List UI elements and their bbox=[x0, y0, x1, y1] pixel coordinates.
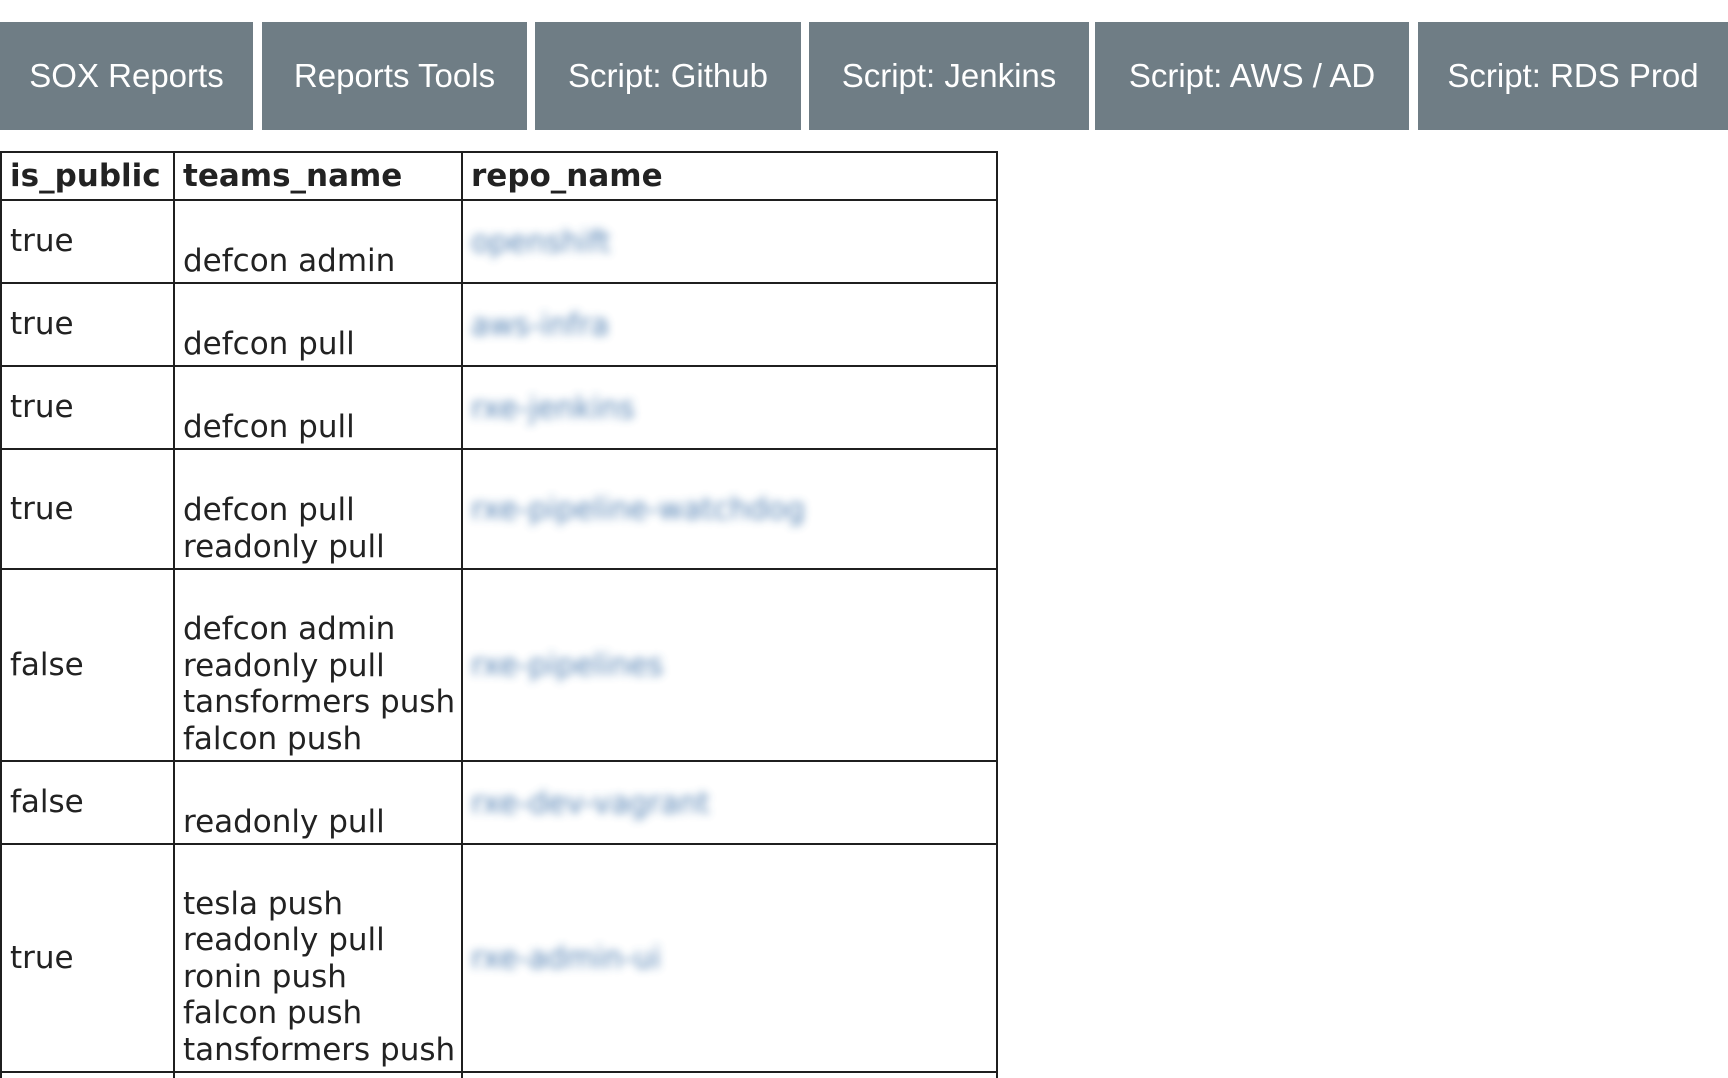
team-name: defcon pull bbox=[183, 325, 355, 362]
teams-name-cell: defcon admin readonly pull tansformers p… bbox=[173, 568, 463, 762]
repo-link[interactable]: rxe-admin-ui bbox=[471, 941, 661, 976]
team-name: defcon pull bbox=[183, 492, 355, 528]
team-name: tansformers push bbox=[183, 1031, 456, 1068]
repo-name-cell: rxe-pipeline-watchdog bbox=[461, 448, 998, 570]
repo-link[interactable]: rxe-pipeline-watchdog bbox=[471, 492, 805, 527]
nav-sox-reports-button[interactable]: SOX Reports bbox=[0, 22, 253, 130]
is-public-cell: true bbox=[0, 365, 175, 450]
nav-script-aws-ad-button[interactable]: Script: AWS / AD bbox=[1095, 22, 1409, 130]
teams-name-cell bbox=[173, 1071, 463, 1078]
teams-name-cell: tesla push readonly pull ronin push falc… bbox=[173, 843, 463, 1073]
nav-reports-tools-button[interactable]: Reports Tools bbox=[262, 22, 527, 130]
table-row: true defcon pull readonly pull rxe-pipel… bbox=[0, 448, 998, 570]
repo-link[interactable]: aws-infra bbox=[471, 308, 609, 343]
team-name: readonly pull bbox=[183, 647, 385, 684]
repo-link[interactable]: openshift bbox=[471, 225, 611, 260]
table-row: false defcon admin readonly pull tansfor… bbox=[0, 568, 998, 762]
is-public-cell: false bbox=[0, 760, 175, 845]
is-public-cell: true bbox=[0, 448, 175, 570]
team-name: defcon admin bbox=[183, 611, 396, 647]
repo-name-cell: rxe-pipelines bbox=[461, 568, 998, 762]
is-public-cell bbox=[0, 1071, 175, 1078]
team-name: tesla push bbox=[183, 885, 343, 922]
table-row: true defcon pull rxe-jenkins bbox=[0, 365, 998, 450]
nav-script-jenkins-button[interactable]: Script: Jenkins bbox=[809, 22, 1089, 130]
team-name: falcon push bbox=[183, 995, 363, 1031]
is-public-cell: true bbox=[0, 199, 175, 284]
column-header-repo-name: repo_name bbox=[461, 151, 998, 201]
table-row: true defcon admin openshift bbox=[0, 199, 998, 284]
team-name: ronin push bbox=[183, 958, 347, 995]
nav-script-rds-prod-button[interactable]: Script: RDS Prod bbox=[1418, 22, 1728, 130]
repo-link[interactable]: rxe-pipelines bbox=[471, 648, 663, 683]
repo-link[interactable]: rxe-dev-vagrant bbox=[471, 786, 710, 821]
repo-name-cell: rxe-jenkins bbox=[461, 365, 998, 450]
repo-link[interactable]: rxe-jenkins bbox=[471, 391, 635, 426]
teams-name-cell: defcon pull bbox=[173, 282, 463, 367]
repo-name-cell: rxe-dev-vagrant bbox=[461, 760, 998, 845]
table-row: true tesla push readonly pull ronin push… bbox=[0, 843, 998, 1073]
team-name: falcon push bbox=[183, 720, 363, 757]
repo-teams-table: is_public teams_name repo_name true defc… bbox=[0, 151, 998, 1078]
teams-name-cell: defcon admin bbox=[173, 199, 463, 284]
repo-name-cell bbox=[461, 1071, 998, 1078]
column-header-is-public: is_public bbox=[0, 151, 175, 201]
nav-script-github-button[interactable]: Script: Github bbox=[535, 22, 801, 130]
repo-name-cell: openshift bbox=[461, 199, 998, 284]
table-header-row: is_public teams_name repo_name bbox=[0, 151, 998, 201]
table-row: true defcon pull aws-infra bbox=[0, 282, 998, 367]
is-public-cell: true bbox=[0, 282, 175, 367]
team-name: defcon admin bbox=[183, 242, 396, 279]
teams-name-cell: defcon pull readonly pull bbox=[173, 448, 463, 570]
column-header-teams-name: teams_name bbox=[173, 151, 463, 201]
teams-name-cell: defcon pull bbox=[173, 365, 463, 450]
team-name: defcon pull bbox=[183, 408, 355, 445]
top-nav: SOX Reports Reports Tools Script: Github… bbox=[0, 22, 1728, 130]
is-public-cell: false bbox=[0, 568, 175, 762]
teams-name-cell: readonly pull bbox=[173, 760, 463, 845]
team-name: tansformers push bbox=[183, 684, 456, 720]
is-public-cell: true bbox=[0, 843, 175, 1073]
table-row bbox=[0, 1071, 998, 1078]
table-row: false readonly pull rxe-dev-vagrant bbox=[0, 760, 998, 845]
repo-name-cell: aws-infra bbox=[461, 282, 998, 367]
team-name: readonly pull bbox=[183, 528, 385, 565]
repo-name-cell: rxe-admin-ui bbox=[461, 843, 998, 1073]
team-name: readonly pull bbox=[183, 922, 385, 958]
team-name: readonly pull bbox=[183, 803, 385, 840]
